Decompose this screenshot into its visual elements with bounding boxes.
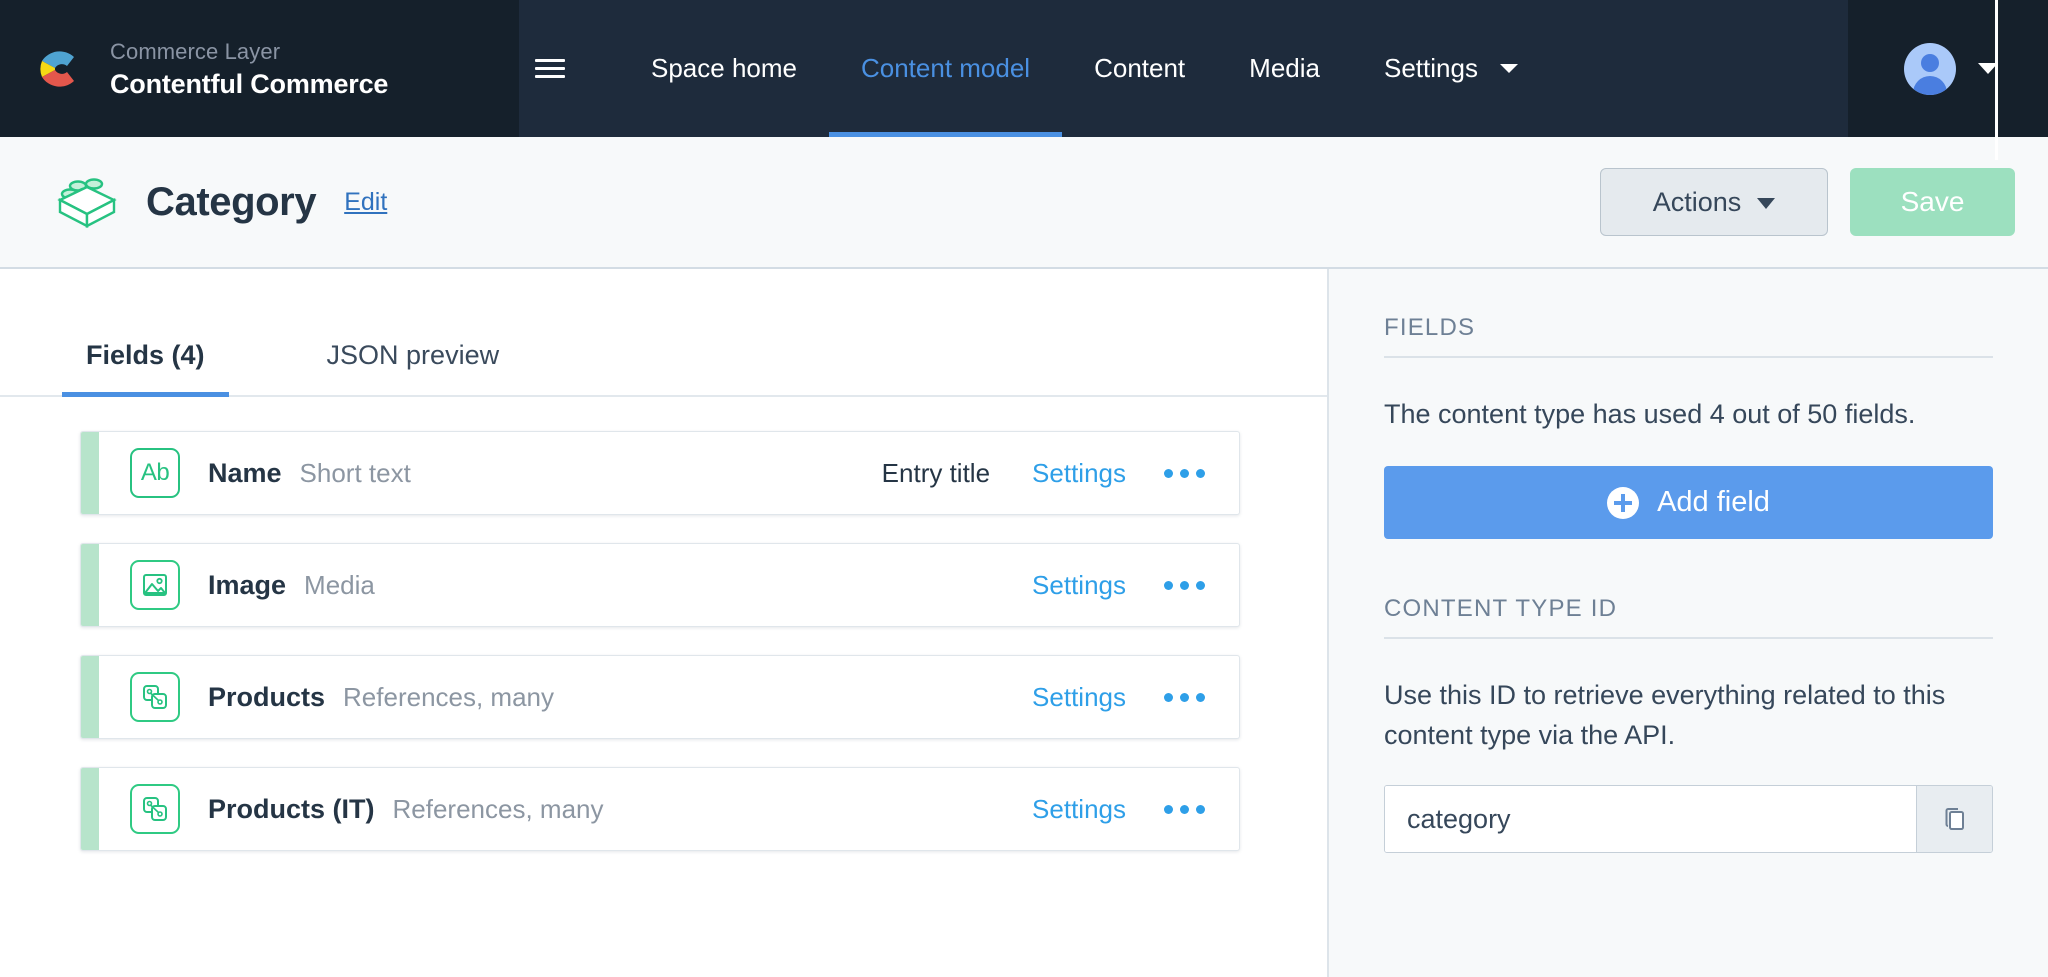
tab-label: JSON preview bbox=[327, 340, 500, 370]
nav-label: Content model bbox=[861, 53, 1030, 84]
drag-handle[interactable] bbox=[81, 656, 99, 738]
content-type-id-field[interactable] bbox=[1384, 785, 1993, 853]
field-name: Image bbox=[208, 570, 286, 601]
sidebar-section-fields-label: FIELDS bbox=[1384, 314, 1993, 358]
content-type-id-help-text: Use this ID to retrieve everything relat… bbox=[1384, 675, 1993, 755]
field-settings-link[interactable]: Settings bbox=[1032, 682, 1126, 713]
nav-label: Settings bbox=[1384, 53, 1478, 84]
top-navigation-bar: Commerce Layer Contentful Commerce Space… bbox=[0, 0, 2048, 137]
sidebar-panel: FIELDS The content type has used 4 out o… bbox=[1329, 269, 2048, 977]
page-body: Fields (4) JSON preview Ab Name Short te… bbox=[0, 269, 2048, 977]
page-header-actions: Actions Save bbox=[1600, 168, 2015, 236]
field-settings-link[interactable]: Settings bbox=[1032, 458, 1126, 489]
field-type: Media bbox=[304, 570, 375, 601]
commerce-layer-logo-icon bbox=[30, 40, 88, 98]
short-text-ab-icon: Ab bbox=[130, 448, 180, 498]
primary-nav-links: Space home Content model Content Media S… bbox=[581, 0, 1848, 137]
nav-label: Media bbox=[1249, 53, 1320, 84]
field-name: Name bbox=[208, 458, 282, 489]
drag-handle[interactable] bbox=[81, 544, 99, 626]
nav-item-space-home[interactable]: Space home bbox=[619, 0, 829, 137]
ellipsis-icon[interactable] bbox=[1164, 469, 1205, 478]
entry-title-badge: Entry title bbox=[882, 458, 990, 489]
nav-label: Space home bbox=[651, 53, 797, 84]
add-field-button-label: Add field bbox=[1657, 486, 1770, 519]
content-type-id-input[interactable] bbox=[1385, 786, 1916, 852]
field-name: Products bbox=[208, 682, 325, 713]
table-row[interactable]: Products (IT) References, many Settings bbox=[80, 767, 1240, 851]
field-settings-link[interactable]: Settings bbox=[1032, 794, 1126, 825]
tab-label: Fields (4) bbox=[86, 340, 205, 370]
tab-bar: Fields (4) JSON preview bbox=[0, 269, 1327, 397]
add-field-button[interactable]: Add field bbox=[1384, 466, 1993, 539]
field-name: Products (IT) bbox=[208, 794, 375, 825]
chevron-down-icon bbox=[1500, 64, 1518, 73]
edit-link[interactable]: Edit bbox=[344, 188, 387, 217]
page-header: Category Edit Actions Save bbox=[0, 137, 2048, 269]
field-type: References, many bbox=[343, 682, 554, 713]
field-type: Short text bbox=[300, 458, 411, 489]
account-menu[interactable] bbox=[1848, 0, 2048, 137]
save-button[interactable]: Save bbox=[1850, 168, 2015, 236]
table-row[interactable]: Ab Name Short text Entry title Settings bbox=[80, 431, 1240, 515]
text-cursor-artifact bbox=[1995, 0, 1998, 160]
nav-item-content[interactable]: Content bbox=[1062, 0, 1217, 137]
ellipsis-icon[interactable] bbox=[1164, 581, 1205, 590]
nav-item-media[interactable]: Media bbox=[1217, 0, 1352, 137]
nav-item-settings[interactable]: Settings bbox=[1352, 0, 1550, 137]
content-type-lego-icon bbox=[56, 174, 118, 230]
table-row[interactable]: Products References, many Settings bbox=[80, 655, 1240, 739]
tab-fields[interactable]: Fields (4) bbox=[80, 340, 211, 395]
actions-button-label: Actions bbox=[1653, 187, 1742, 218]
brand-block[interactable]: Commerce Layer Contentful Commerce bbox=[0, 0, 519, 137]
plus-circle-icon bbox=[1607, 487, 1639, 519]
fields-list: Ab Name Short text Entry title Settings bbox=[0, 397, 1327, 879]
field-settings-link[interactable]: Settings bbox=[1032, 570, 1126, 601]
actions-button[interactable]: Actions bbox=[1600, 168, 1828, 236]
chevron-down-icon bbox=[1757, 198, 1775, 209]
field-icon-glyph: Ab bbox=[141, 461, 169, 485]
drag-handle[interactable] bbox=[81, 768, 99, 850]
sidebar-section-content-type-id-label: CONTENT TYPE ID bbox=[1384, 595, 1993, 639]
nav-label: Content bbox=[1094, 53, 1185, 84]
hamburger-menu-icon[interactable] bbox=[519, 0, 581, 137]
drag-handle[interactable] bbox=[81, 432, 99, 514]
main-column: Fields (4) JSON preview Ab Name Short te… bbox=[0, 269, 1329, 977]
copy-icon[interactable] bbox=[1916, 786, 1992, 852]
tab-json-preview[interactable]: JSON preview bbox=[321, 340, 506, 395]
page-title: Category bbox=[146, 180, 316, 225]
table-row[interactable]: Image Media Settings bbox=[80, 543, 1240, 627]
media-image-icon bbox=[130, 560, 180, 610]
user-avatar-icon[interactable] bbox=[1904, 43, 1956, 95]
save-button-label: Save bbox=[1901, 186, 1965, 218]
ellipsis-icon[interactable] bbox=[1164, 805, 1205, 814]
brand-space-name: Contentful Commerce bbox=[110, 67, 388, 101]
nav-item-content-model[interactable]: Content model bbox=[829, 0, 1062, 137]
field-type: References, many bbox=[393, 794, 604, 825]
references-many-icon bbox=[130, 784, 180, 834]
ellipsis-icon[interactable] bbox=[1164, 693, 1205, 702]
fields-usage-text: The content type has used 4 out of 50 fi… bbox=[1384, 394, 1993, 434]
brand-org-name: Commerce Layer bbox=[110, 37, 388, 67]
references-many-icon bbox=[130, 672, 180, 722]
